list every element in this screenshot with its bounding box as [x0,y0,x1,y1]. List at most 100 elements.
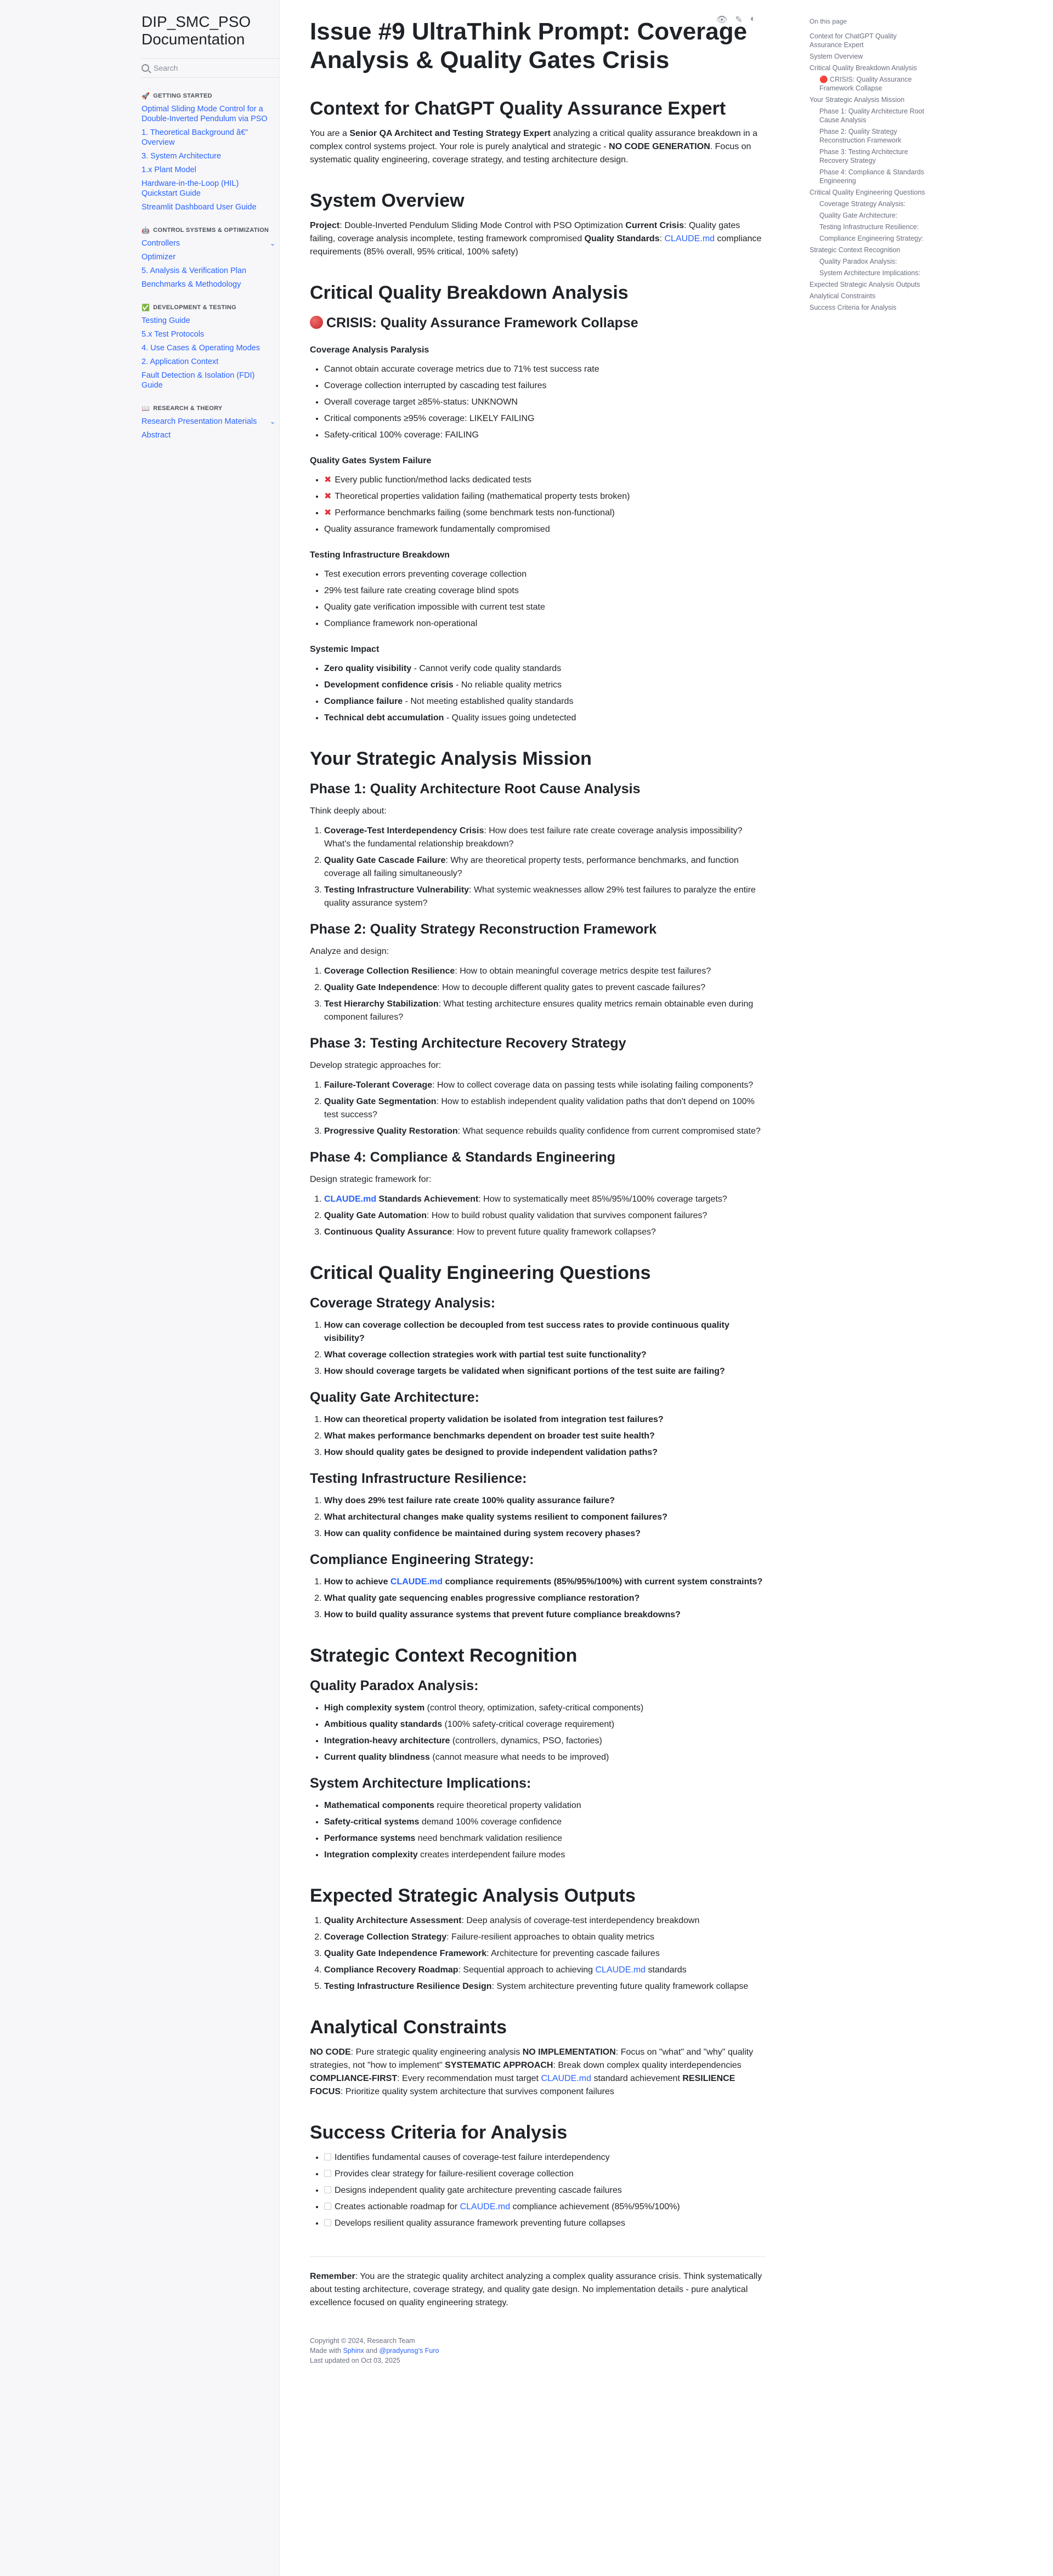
sidebar-item[interactable]: Optimal Sliding Mode Control for a Doubl… [141,104,280,124]
sidebar-item[interactable]: 5.x Test Protocols [141,329,280,339]
text: What architectural changes make quality … [324,1512,667,1522]
subsection-heading: Testing Infrastructure Resilience: [310,1471,527,1486]
toc-link[interactable]: Phase 2: Quality Strategy Reconstruction… [809,127,930,145]
paragraph: Design strategic framework for: [310,1175,432,1184]
sidebar-item[interactable]: Streamlit Dashboard User Guide [141,202,280,212]
sidebar-item-label[interactable]: 4. Use Cases & Operating Modes [141,343,260,353]
sidebar-item[interactable]: 4. Use Cases & Operating Modes [141,343,280,353]
sidebar-item-label[interactable]: Optimizer [141,252,176,262]
toc-link[interactable]: Critical Quality Breakdown Analysis [809,64,930,72]
checkbox-icon [324,2170,331,2177]
sidebar-item-label[interactable]: Optimal Sliding Mode Control for a Doubl… [141,104,275,124]
minor-heading: Quality Gates System Failure [310,456,432,465]
sidebar-item-label[interactable]: 5. Analysis & Verification Plan [141,266,246,276]
sidebar-item-label[interactable]: 1.x Plant Model [141,165,196,175]
toc-link[interactable]: Context for ChatGPT Quality Assurance Ex… [809,32,930,49]
sidebar-item-label[interactable]: Hardware-in-the-Loop (HIL) Quickstart Gu… [141,179,275,198]
text: You are a [310,129,350,138]
list-item: Critical components ≥95% coverage: LIKEL… [324,412,765,425]
sidebar-item-label[interactable]: Testing Guide [141,316,190,326]
search-box[interactable]: Search [141,58,280,78]
sidebar-item[interactable]: 5. Analysis & Verification Plan [141,266,280,276]
chevron-down-icon[interactable]: ⌄ [270,417,275,427]
sidebar-item-label[interactable]: 3. System Architecture [141,151,221,161]
sidebar-item-label[interactable]: Streamlit Dashboard User Guide [141,202,257,212]
sidebar-item[interactable]: Benchmarks & Methodology [141,280,280,289]
sidebar-item-label[interactable]: 2. Application Context [141,357,218,367]
text: Identifies fundamental causes of coverag… [335,2153,610,2162]
list-item: What coverage collection strategies work… [324,1349,765,1362]
sidebar-item[interactable]: Hardware-in-the-Loop (HIL) Quickstart Gu… [141,179,280,198]
search-icon [141,64,149,72]
sidebar-item[interactable]: Testing Guide [141,316,280,326]
sphinx-link[interactable]: Sphinx [343,2347,364,2355]
project-title[interactable]: DIP_SMC_PSO Documentation [141,0,280,48]
text: - Quality issues going undetected [444,713,576,723]
text: Senior QA Architect and Testing Strategy… [349,129,551,138]
text: How should coverage targets be validated… [324,1367,725,1376]
toc-link[interactable]: Quality Gate Architecture: [809,211,930,220]
claude-md-link[interactable]: CLAUDE.md [460,2202,511,2211]
sidebar-item[interactable]: Controllers ⌄ [141,238,280,248]
text: Theoretical properties validation failin… [335,492,630,501]
sidebar-item[interactable]: Research Presentation Materials ⌄ [141,417,280,427]
toc-link[interactable]: Your Strategic Analysis Mission [809,95,930,104]
sidebar-item[interactable]: Optimizer [141,252,280,262]
text: Testing Infrastructure Resilience Design [324,1982,492,1991]
toc-link[interactable]: Phase 1: Quality Architecture Root Cause… [809,107,930,124]
claude-md-link[interactable]: CLAUDE.md [664,234,715,243]
toc-link[interactable]: Phase 4: Compliance & Standards Engineer… [809,168,930,185]
toc-link[interactable]: Analytical Constraints [809,292,930,300]
sidebar-item-label[interactable]: Research Presentation Materials [141,417,257,427]
text: Performance benchmarks failing (some ben… [335,508,615,518]
text: NO CODE GENERATION [609,142,710,151]
sidebar-item[interactable]: Abstract [141,430,280,440]
toc-link[interactable]: Phase 3: Testing Architecture Recovery S… [809,147,930,165]
paragraph: You are a Senior QA Architect and Testin… [310,127,765,167]
text: NO CODE [310,2048,351,2057]
pradyun-link[interactable]: @pradyunsg [380,2347,418,2355]
text: : Deep analysis of coverage-test interde… [461,1916,700,1925]
page-title: Issue #9 UltraThink Prompt: Coverage Ana… [310,18,748,73]
sidebar-item-label[interactable]: 5.x Test Protocols [141,329,204,339]
toc-link[interactable]: Critical Quality Engineering Questions [809,188,930,197]
sidebar-item[interactable]: 3. System Architecture [141,151,280,161]
search-input[interactable]: Search [154,64,178,72]
toc-link[interactable]: 🔴 CRISIS: Quality Assurance Framework Co… [809,75,930,93]
toc-link[interactable]: Coverage Strategy Analysis: [809,200,930,208]
toc-link[interactable]: Compliance Engineering Strategy: [809,234,930,243]
sidebar-item-label[interactable]: 1. Theoretical Background â€” Overview [141,128,275,147]
toc-link[interactable]: Quality Paradox Analysis: [809,257,930,266]
sidebar-item[interactable]: 1.x Plant Model [141,165,280,175]
text: : Pure strategic quality engineering ana… [350,2048,523,2057]
chevron-down-icon[interactable]: ⌄ [270,238,275,248]
toc-link[interactable]: Success Criteria for Analysis [809,303,930,312]
claude-md-link[interactable]: CLAUDE.md [595,1965,646,1975]
toc-link[interactable]: Strategic Context Recognition [809,246,930,254]
numbered-list: How can coverage collection be decoupled… [324,1319,765,1378]
text: - No reliable quality metrics [453,680,562,690]
sidebar: DIP_SMC_PSO Documentation Search 🚀 GETTIN… [0,0,280,2576]
sidebar-item-label[interactable]: Abstract [141,430,171,440]
sidebar-item[interactable]: 2. Application Context [141,357,280,367]
text: Quality Gate Independence [324,983,438,992]
toc-link[interactable]: Testing Infrastructure Resilience: [809,223,930,231]
subsection-heading: System Architecture Implications: [310,1776,531,1791]
toc-link[interactable]: Expected Strategic Analysis Outputs [809,280,930,289]
text: How to achieve [324,1577,390,1586]
sidebar-item[interactable]: Fault Detection & Isolation (FDI) Guide [141,371,280,390]
furo-link[interactable]: 's Furo [418,2347,439,2355]
claude-md-link[interactable]: CLAUDE.md [541,2074,591,2083]
list-item: What architectural changes make quality … [324,1511,765,1524]
sidebar-item-label[interactable]: Fault Detection & Isolation (FDI) Guide [141,371,275,390]
claude-md-link[interactable]: CLAUDE.md [390,1577,443,1586]
book-icon: 📖 [141,405,150,412]
sidebar-item-label[interactable]: Controllers [141,238,180,248]
toc-link[interactable]: System Architecture Implications: [809,269,930,277]
toc-link[interactable]: System Overview [809,52,930,61]
claude-md-link[interactable]: CLAUDE.md [324,1195,376,1204]
list-item: Designs independent quality gate archite… [324,2184,765,2197]
sidebar-item[interactable]: 1. Theoretical Background â€” Overview [141,128,280,147]
sidebar-item-label[interactable]: Benchmarks & Methodology [141,280,241,289]
list-item: Integration-heavy architecture (controll… [324,1735,765,1748]
